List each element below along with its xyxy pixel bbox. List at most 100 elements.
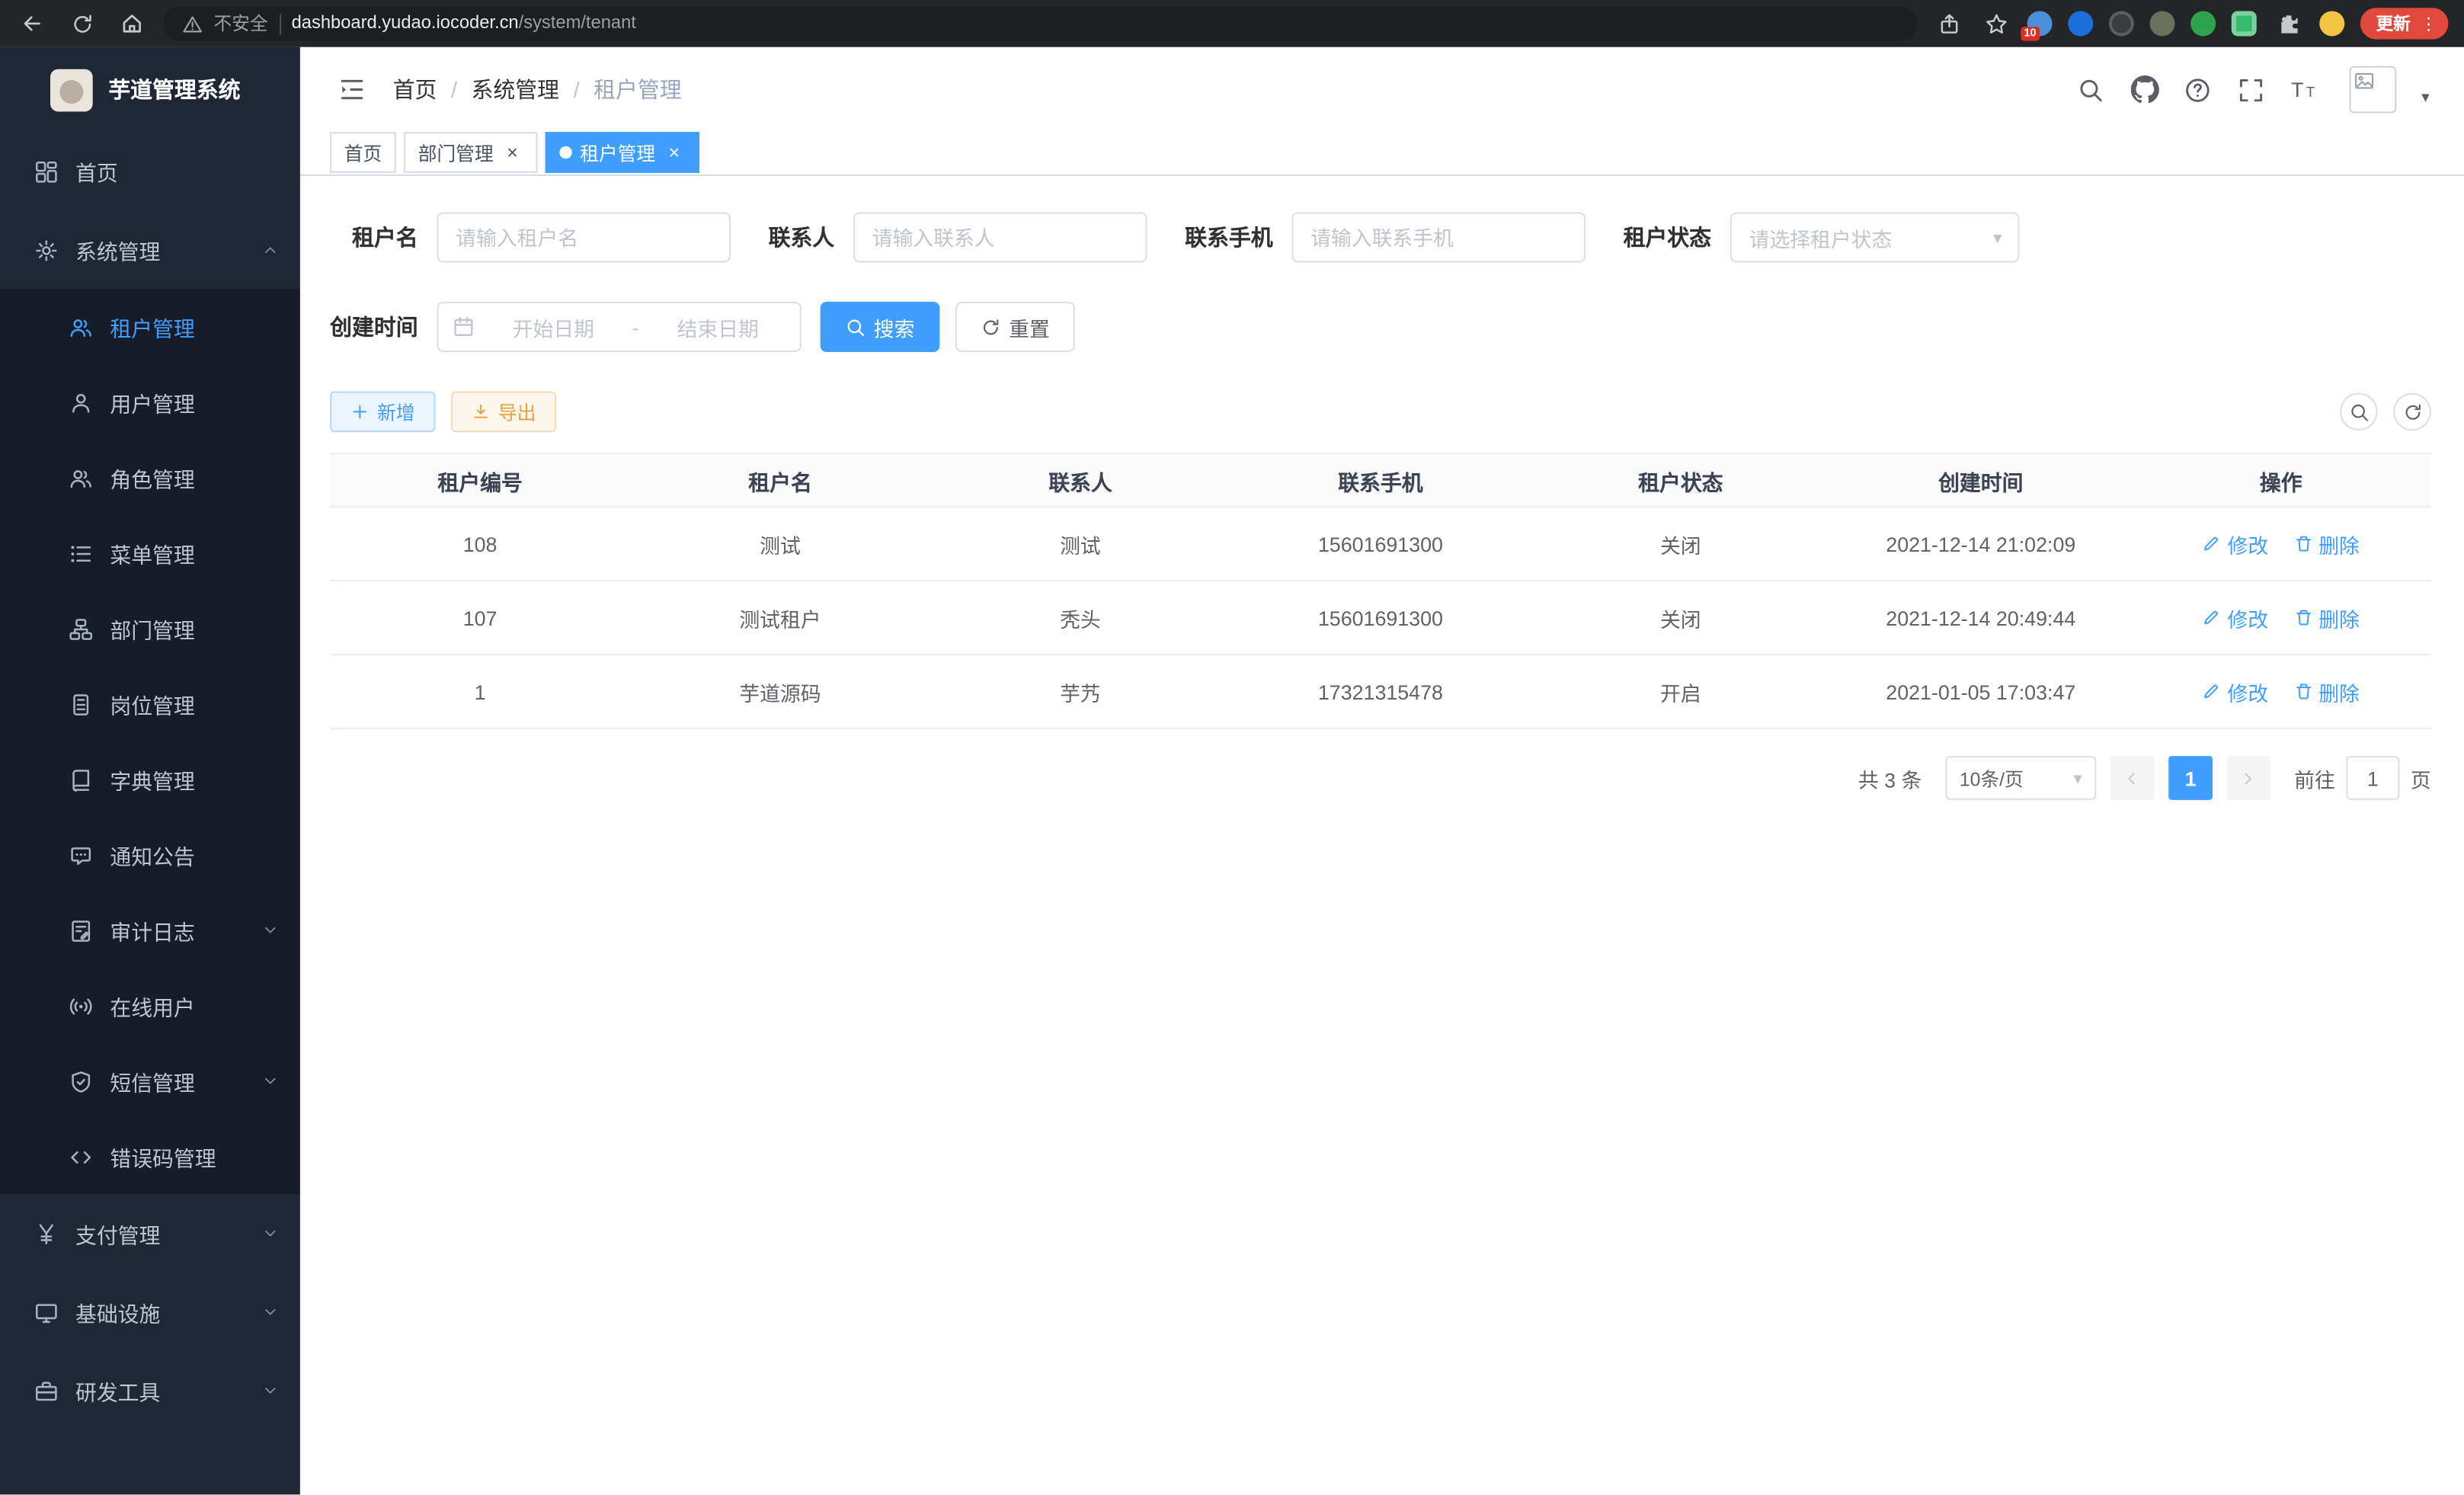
url-host: dashboard.yudao.iocoder.cn [292,14,519,34]
pagination-total: 共 3 条 [1858,763,1922,792]
extension-icon-blue[interactable] [2068,11,2093,36]
sidebar-item-home[interactable]: 首页 [0,132,300,210]
sidebar-item-dept[interactable]: 部门管理 [0,591,300,667]
sidebar-group-infra[interactable]: 基础设施 [0,1273,300,1352]
browser-reload-icon[interactable] [66,8,98,39]
avatar-caret-icon[interactable]: ▾ [2421,90,2429,107]
extensions-puzzle-icon[interactable] [2272,8,2303,39]
refresh-table-button[interactable] [2393,393,2431,431]
tenant-name-input[interactable] [456,226,712,249]
table-toolbar: 新增 导出 [330,392,2431,433]
sidebar-group-devtools[interactable]: 研发工具 [0,1352,300,1430]
sidebar-item-label: 通知公告 [110,839,194,870]
tab-close-icon[interactable]: × [663,142,685,164]
avatar[interactable] [2349,66,2396,114]
sidebar-item-label: 菜单管理 [110,537,194,568]
delete-link[interactable]: 删除 [2293,677,2360,706]
delete-link[interactable]: 删除 [2293,529,2360,559]
filter-status: 租户状态 请选择租户状态 ▾ [1624,212,2020,262]
chrome-update-button[interactable]: 更新 ⋮ [2360,8,2449,39]
sidebar-item-online-users[interactable]: 在线用户 [0,968,300,1044]
font-size-icon[interactable]: TT [2290,74,2321,105]
app-logo[interactable]: 芋道管理系统 [0,47,300,132]
export-button[interactable]: 导出 [451,392,556,433]
search-button[interactable]: 搜索 [821,302,940,352]
sidebar-item-label: 岗位管理 [110,688,194,719]
prev-page-button[interactable] [2110,756,2155,800]
breadcrumb-system[interactable]: 系统管理 [472,74,560,105]
next-page-button[interactable] [2226,756,2270,800]
date-range-picker[interactable]: 开始日期 - 结束日期 [437,302,802,352]
address-bar[interactable]: 不安全 dashboard.yudao.iocoder.cn/system/te… [164,6,1918,40]
share-icon[interactable] [1933,8,1964,39]
message-bubble-icon [68,844,94,867]
reset-button[interactable]: 重置 [955,302,1075,352]
cell-status: 开启 [1531,655,1831,728]
sidebar-item-sms[interactable]: 短信管理 [0,1044,300,1119]
extension-icon-green-square[interactable] [2232,11,2257,36]
edit-link[interactable]: 修改 [2203,529,2269,559]
toolbar-right [2340,393,2431,431]
sidebar-item-menu[interactable]: 菜单管理 [0,516,300,591]
sidebar-item-post[interactable]: 岗位管理 [0,667,300,742]
tags-view-bar: 首页 部门管理 × 租户管理 × [300,132,2464,176]
extension-icon-adblock[interactable]: 10 [2027,11,2053,36]
sidebar: 芋道管理系统 首页 系统管理 租户管理 [0,47,300,1495]
tab-tenant[interactable]: 租户管理 × [546,132,699,173]
delete-link[interactable]: 删除 [2293,603,2360,632]
tab-home[interactable]: 首页 [330,132,396,173]
logo-image [50,69,93,111]
cell-created: 2021-12-14 20:49:44 [1831,581,2131,655]
extension-icon-green-circle[interactable] [2190,11,2216,36]
sidebar-group-label: 系统管理 [75,234,160,265]
table-row: 1 芋道源码 芋艿 17321315478 开启 2021-01-05 17:0… [330,655,2431,728]
sidebar-item-auditlog[interactable]: 审计日志 [0,893,300,968]
sidebar-item-user[interactable]: 用户管理 [0,365,300,440]
goto-page-input[interactable] [2346,756,2399,800]
contact-input[interactable] [872,226,1128,249]
security-warning-icon[interactable] [182,14,203,34]
cell-actions: 修改删除 [2131,507,2431,581]
sidebar-group-payment[interactable]: 支付管理 [0,1195,300,1273]
cell-actions: 修改删除 [2131,655,2431,728]
chrome-menu-icon[interactable]: ⋮ [2420,14,2437,34]
help-icon[interactable] [2183,74,2214,105]
col-contact: 联系人 [930,453,1230,507]
edit-pencil-icon [2203,608,2222,627]
chevron-down-icon [262,1074,278,1090]
page-number-1[interactable]: 1 [2168,756,2213,800]
sidebar-item-label: 错误码管理 [110,1141,216,1172]
extension-icon-yellow[interactable] [2319,11,2344,36]
search-icon[interactable] [2075,74,2107,105]
tab-dept[interactable]: 部门管理 × [404,132,537,173]
extension-icon-olive[interactable] [2150,11,2175,36]
filter-row-1: 租户名 联系人 联系手机 [330,212,2431,262]
toggle-search-button[interactable] [2340,393,2378,431]
security-warning-label: 不安全 [214,11,268,36]
edit-link[interactable]: 修改 [2203,603,2269,632]
fullscreen-icon[interactable] [2236,74,2267,105]
add-button[interactable]: 新增 [330,392,435,433]
contact-label: 联系人 [769,222,853,253]
sidebar-item-role[interactable]: 角色管理 [0,440,300,516]
sidebar-item-errorcode[interactable]: 错误码管理 [0,1119,300,1195]
breadcrumb-home[interactable]: 首页 [393,74,437,105]
bookmark-star-icon[interactable] [1980,8,2011,39]
sidebar-fold-icon[interactable] [338,75,366,104]
github-icon[interactable] [2130,74,2161,105]
edit-link[interactable]: 修改 [2203,677,2269,706]
tab-close-icon[interactable]: × [501,142,523,164]
browser-home-icon[interactable] [117,8,148,39]
extension-icon-dark[interactable] [2109,11,2134,36]
sidebar-item-dict[interactable]: 字典管理 [0,742,300,818]
calendar-icon [453,316,475,338]
document-edit-icon [68,919,94,943]
screen: 不安全 dashboard.yudao.iocoder.cn/system/te… [0,0,2464,1494]
sidebar-item-notice[interactable]: 通知公告 [0,818,300,893]
sidebar-item-tenant[interactable]: 租户管理 [0,290,300,365]
sidebar-group-system[interactable]: 系统管理 [0,210,300,289]
status-select[interactable]: 请选择租户状态 ▾ [1730,212,2020,262]
page-size-select[interactable]: 10条/页 ▾ [1945,756,2096,800]
phone-input[interactable] [1310,226,1566,249]
browser-back-icon[interactable] [16,8,47,39]
